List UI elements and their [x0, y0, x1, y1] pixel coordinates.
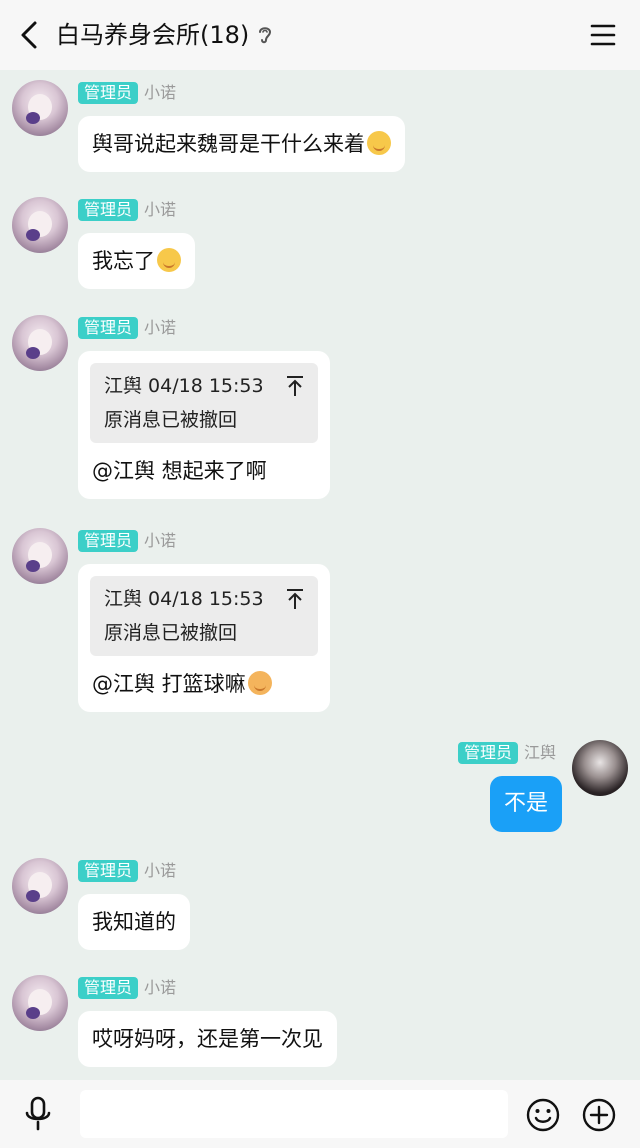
- message-bubble[interactable]: 哎呀妈呀，还是第一次见: [78, 1011, 337, 1067]
- message-meta: 管理员 小诺: [78, 317, 176, 339]
- message-bubble[interactable]: 我忘了: [78, 233, 195, 289]
- more-button[interactable]: [582, 1098, 616, 1132]
- admin-badge: 管理员: [457, 742, 518, 764]
- message-text: 我忘了: [92, 249, 155, 273]
- menu-icon: [590, 24, 616, 46]
- quote-body: 原消息已被撤回: [104, 622, 238, 644]
- message-bubble[interactable]: 不是: [489, 776, 562, 832]
- message-bubble[interactable]: 江舆 04/18 15:53 原消息已被撤回 @江舆 想起来了啊: [78, 351, 330, 499]
- message-text: @江舆 打篮球嘛: [92, 672, 246, 696]
- microphone-icon: [25, 1096, 51, 1131]
- avatar[interactable]: [12, 858, 68, 914]
- message-meta: 管理员 小诺: [78, 977, 176, 999]
- avatar[interactable]: [12, 528, 68, 584]
- message-text: 哎呀妈呀，还是第一次见: [92, 1027, 323, 1051]
- message-meta: 管理员 小诺: [78, 530, 176, 552]
- scroll-to-top-icon[interactable]: [286, 375, 304, 397]
- sender-name[interactable]: 小诺: [144, 530, 176, 552]
- sender-name[interactable]: 小诺: [144, 977, 176, 999]
- sender-name[interactable]: 江舆: [524, 742, 556, 764]
- message-text: 我知道的: [92, 910, 176, 934]
- quote-header: 江舆 04/18 15:53: [104, 588, 264, 610]
- quoted-message[interactable]: 江舆 04/18 15:53 原消息已被撤回: [90, 576, 318, 656]
- admin-badge: 管理员: [78, 82, 139, 104]
- smile-emoji-icon: [157, 248, 181, 272]
- admin-badge: 管理员: [78, 977, 139, 999]
- quote-header: 江舆 04/18 15:53: [104, 375, 264, 397]
- input-bar: [0, 1080, 640, 1148]
- ear-icon: [259, 27, 272, 44]
- avatar[interactable]: [572, 740, 628, 796]
- tiger-emoji-icon: [247, 671, 272, 695]
- smile-emoji-icon: [367, 131, 391, 155]
- message-input[interactable]: [80, 1090, 508, 1138]
- chat-header: 白马养身会所(18): [0, 0, 640, 70]
- admin-badge: 管理员: [78, 860, 139, 882]
- message-meta: 管理员 小诺: [78, 860, 176, 882]
- sender-name[interactable]: 小诺: [144, 82, 176, 104]
- message-meta: 管理员 江舆: [457, 742, 556, 764]
- admin-badge: 管理员: [78, 530, 139, 552]
- admin-badge: 管理员: [78, 199, 139, 221]
- avatar[interactable]: [12, 315, 68, 371]
- chat-title: 白马养身会所(18): [56, 21, 250, 49]
- message-text: 不是: [503, 791, 548, 816]
- quoted-message[interactable]: 江舆 04/18 15:53 原消息已被撤回: [90, 363, 318, 443]
- message-bubble[interactable]: 我知道的: [78, 894, 190, 950]
- avatar[interactable]: [12, 80, 68, 136]
- avatar[interactable]: [12, 197, 68, 253]
- back-button[interactable]: [14, 18, 44, 52]
- admin-badge: 管理员: [78, 317, 139, 339]
- quote-body: 原消息已被撤回: [104, 409, 238, 431]
- chat-title-group[interactable]: 白马养身会所(18): [56, 20, 273, 50]
- emoji-button[interactable]: [526, 1098, 560, 1132]
- chat-area[interactable]: 管理员 小诺 舆哥说起来魏哥是干什么来着 管理员 小诺 我忘了 管理员 小诺 江…: [0, 70, 640, 1080]
- message-text: 舆哥说起来魏哥是干什么来着: [92, 132, 365, 156]
- scroll-to-top-icon[interactable]: [286, 588, 304, 610]
- sender-name[interactable]: 小诺: [144, 199, 176, 221]
- sender-name[interactable]: 小诺: [144, 860, 176, 882]
- emoji-face-icon: [526, 1098, 560, 1132]
- sender-name[interactable]: 小诺: [144, 317, 176, 339]
- voice-button[interactable]: [22, 1096, 54, 1132]
- message-text: @江舆 想起来了啊: [92, 459, 267, 483]
- menu-button[interactable]: [590, 22, 616, 48]
- message-bubble[interactable]: 舆哥说起来魏哥是干什么来着: [78, 116, 405, 172]
- chevron-left-icon: [21, 21, 37, 49]
- message-meta: 管理员 小诺: [78, 82, 176, 104]
- message-meta: 管理员 小诺: [78, 199, 176, 221]
- plus-circle-icon: [582, 1098, 616, 1132]
- message-bubble[interactable]: 江舆 04/18 15:53 原消息已被撤回 @江舆 打篮球嘛: [78, 564, 330, 712]
- avatar[interactable]: [12, 975, 68, 1031]
